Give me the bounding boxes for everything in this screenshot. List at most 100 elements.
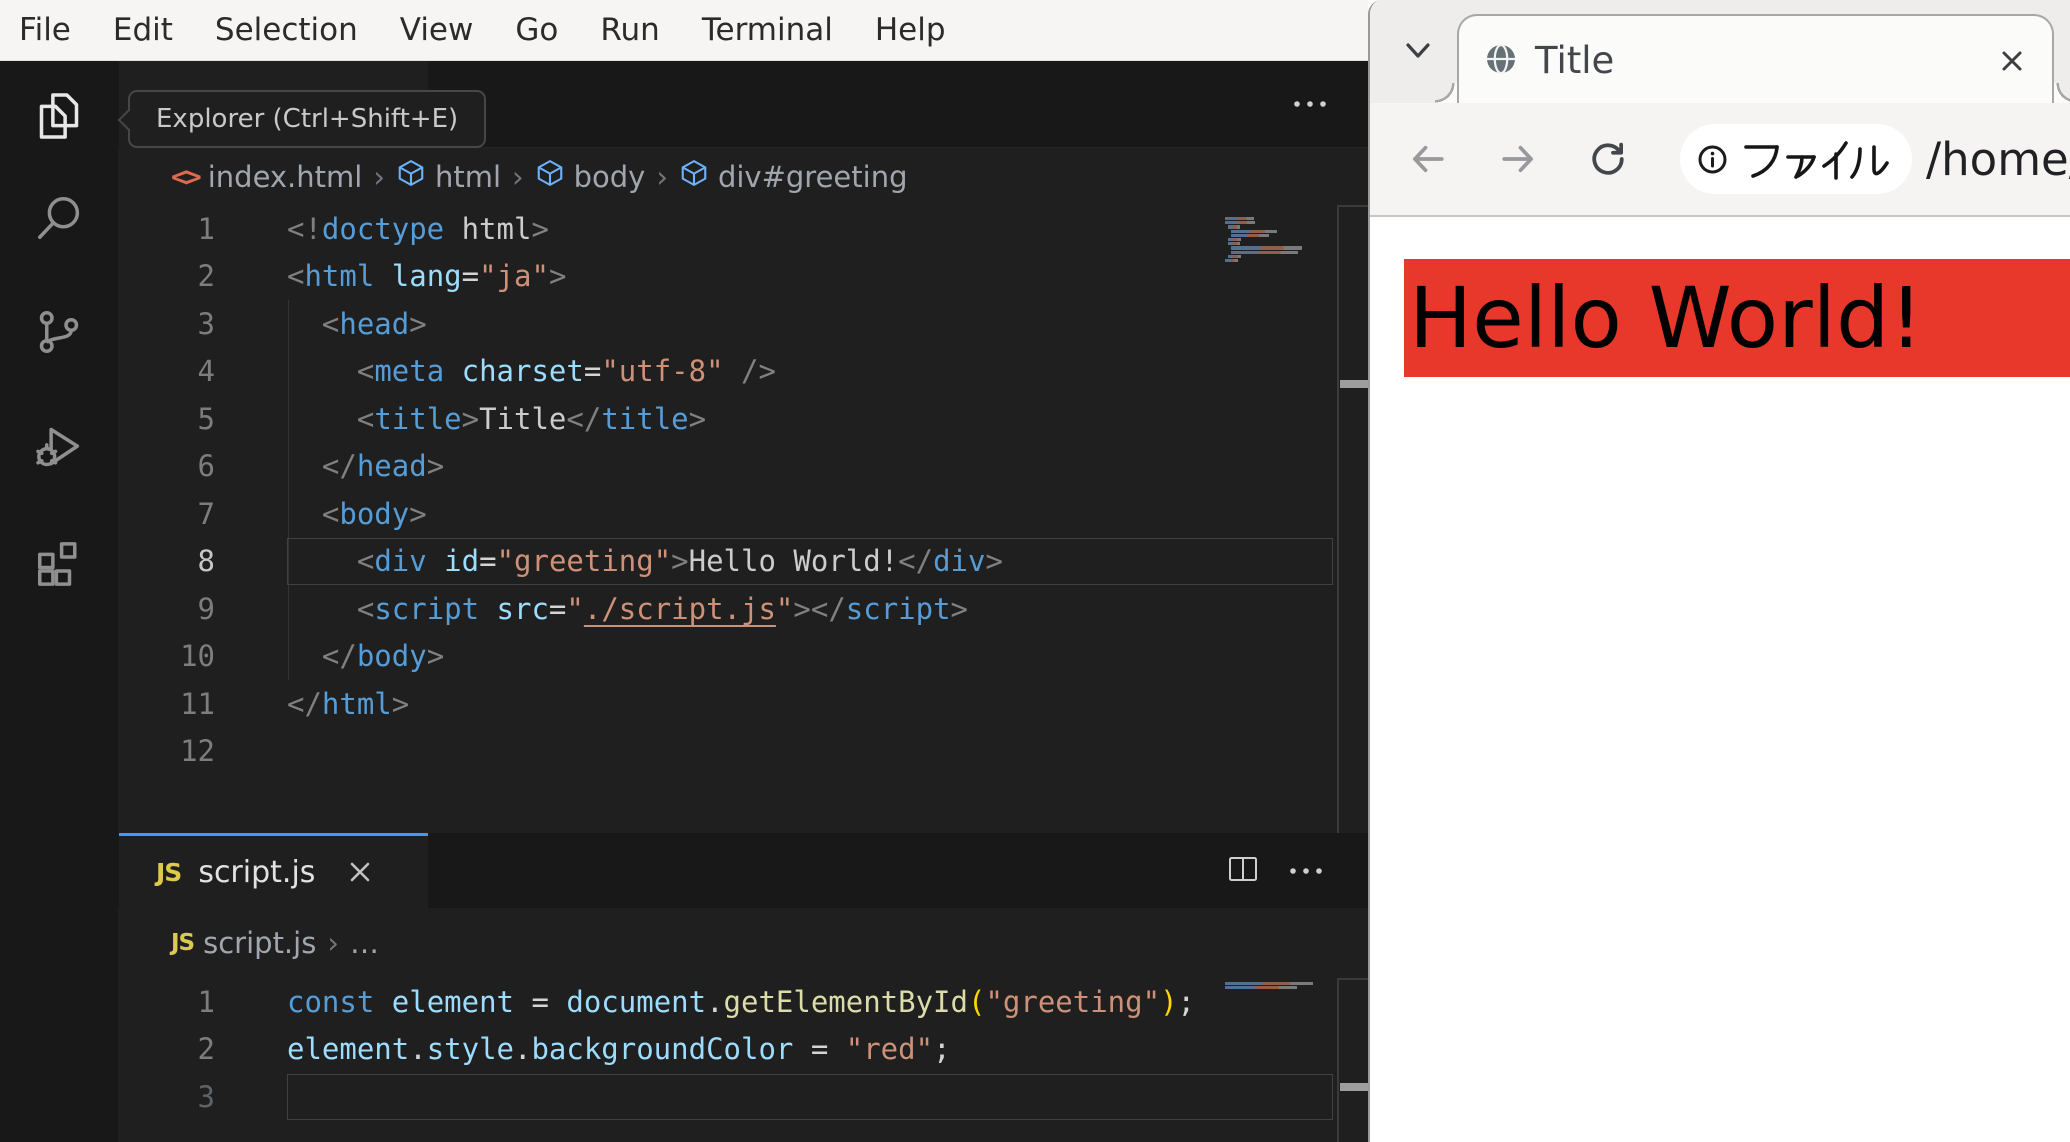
run-debug-icon[interactable] (31, 419, 87, 475)
code-text: element.style.backgroundColor = "red"; (287, 1032, 951, 1067)
browser-tab[interactable]: Title (1435, 14, 2070, 105)
line-number: 7 (197, 496, 215, 531)
code-line-2[interactable]: 2 element.style.backgroundColor = "red"; (118, 1026, 1368, 1074)
back-icon[interactable] (1408, 139, 1448, 179)
code-text: <div id="greeting">Hello World!</div> (356, 544, 1003, 579)
code-text: <!doctype html> (287, 211, 549, 246)
editor-group-html: Explorer (Ctrl+Shift+E) <> index.html › htm… (117, 61, 1368, 833)
code-line-1[interactable]: 1 <!doctype html> (118, 205, 1368, 253)
menu-help[interactable]: Help (854, 12, 967, 48)
extensions-icon[interactable] (31, 536, 87, 592)
symbol-cube-icon (679, 158, 709, 195)
code-line-12[interactable]: 12 (118, 728, 1368, 776)
url-text[interactable]: /home/u (1926, 133, 2070, 186)
breadcrumb-separator: › (373, 159, 385, 194)
line-number: 2 (197, 259, 215, 294)
browser-window: Title /home Hello World! (1368, 0, 2070, 1142)
editor-group-js: JS script.js JS script.js ›… 1 const ele… (118, 833, 1368, 1142)
browser-page: Hello World! (1370, 217, 2070, 1142)
chevron-down-icon[interactable] (1398, 31, 1438, 71)
line-number: 10 (180, 639, 215, 674)
breadcrumb-separator: › (656, 159, 668, 194)
reload-icon[interactable] (1588, 139, 1628, 179)
line-number: 8 (197, 544, 215, 579)
breadcrumb-item-div-greeting[interactable]: div#greeting (679, 158, 908, 195)
line-number: 4 (197, 354, 215, 389)
tab-label: script.js (198, 854, 316, 890)
breadcrumb-separator: › (512, 159, 524, 194)
site-info-chip[interactable] (1680, 124, 1912, 194)
breadcrumb-item-script-js[interactable]: JS script.js (171, 926, 316, 960)
breadcrumb-item--[interactable]: … (350, 926, 379, 960)
forward-icon[interactable] (1498, 139, 1538, 179)
close-browser-tab-icon[interactable] (1996, 45, 2028, 77)
breadcrumb: <> index.html › html › body › div#greeting (118, 148, 1368, 205)
code-line-3[interactable]: 3 (118, 1073, 1368, 1121)
menu-file[interactable]: File (19, 12, 92, 48)
vscode-window: File Edit Selection View Go Run Terminal Help (0, 0, 1368, 1142)
breadcrumb-item-index-html[interactable]: <> index.html (171, 160, 362, 194)
code-line-6[interactable]: 6 </head> (118, 443, 1368, 491)
line-number: 11 (180, 686, 215, 721)
breadcrumb-separator: › (327, 926, 339, 960)
source-control-icon[interactable] (31, 304, 87, 360)
menu-run[interactable]: Run (579, 12, 680, 48)
split-editor-icon[interactable] (1226, 853, 1260, 889)
code-text: <head> (321, 306, 427, 341)
code-text: <script src="./script.js"></script> (356, 591, 969, 626)
code-text: <body> (321, 496, 427, 531)
line-number: 1 (197, 211, 215, 246)
close-tab-icon[interactable] (347, 859, 373, 885)
symbol-cube-icon (535, 158, 565, 195)
info-icon (1697, 144, 1728, 175)
js-file-icon: JS (156, 857, 182, 887)
explorer-icon[interactable] (31, 88, 87, 144)
breadcrumb-item-html[interactable]: html (396, 158, 501, 195)
code-line-3[interactable]: 3 <head> (118, 300, 1368, 348)
code-text: <title>Title</title> (356, 401, 707, 436)
line-number: 6 (197, 449, 215, 484)
line-number: 2 (197, 1032, 215, 1067)
symbol-cube-icon (396, 158, 426, 195)
code-text: const element = document.getElementById(… (287, 984, 1195, 1019)
breadcrumb-js: JS script.js › … (118, 908, 1368, 978)
current-line-highlight (287, 1073, 1333, 1120)
explorer-tooltip: Explorer (Ctrl+Shift+E) (117, 90, 487, 148)
menu-terminal[interactable]: Terminal (681, 12, 854, 48)
code-text: <meta charset="utf-8" /> (356, 354, 776, 389)
browser-toolbar: /home/u (1370, 103, 2070, 217)
code-line-11[interactable]: 11 </html> (118, 680, 1368, 728)
code-line-8[interactable]: 8 <div id="greeting">Hello World!</div> (118, 538, 1368, 586)
screen: File Edit Selection View Go Run Terminal Help (0, 0, 2070, 1142)
editor-more-actions-icon[interactable] (1290, 84, 1330, 124)
html-file-icon: <> (171, 160, 202, 193)
html-editor[interactable]: 1 <!doctype html> 2 <html lang="ja"> 3 <head… (118, 205, 1368, 833)
code-line-5[interactable]: 5 <title>Title</title> (118, 395, 1368, 443)
line-number: 3 (197, 306, 215, 341)
code-text: <html lang="ja"> (287, 259, 567, 294)
menu-go[interactable]: Go (494, 12, 579, 48)
panel-more-actions-icon[interactable] (1286, 851, 1326, 891)
tab-script-js[interactable]: JS script.js (119, 833, 428, 908)
code-line-9[interactable]: 9 <script src="./script.js"></script> (118, 585, 1368, 633)
breadcrumb-item-body[interactable]: body (535, 158, 645, 195)
activity-bar (0, 61, 118, 1142)
menu-edit[interactable]: Edit (92, 12, 194, 48)
search-icon[interactable] (31, 190, 87, 246)
line-number: 12 (180, 734, 215, 769)
address-chip-label-file-japanese (1740, 136, 1894, 182)
code-line-7[interactable]: 7 <body> (118, 490, 1368, 538)
code-line-2[interactable]: 2 <html lang="ja"> (118, 253, 1368, 301)
line-number: 9 (197, 591, 215, 626)
menu-selection[interactable]: Selection (194, 12, 379, 48)
browser-tabstrip: Title (1370, 0, 2070, 105)
code-text: </body> (321, 639, 445, 674)
code-line-10[interactable]: 10 </body> (118, 633, 1368, 681)
line-number: 5 (197, 401, 215, 436)
code-line-4[interactable]: 4 <meta charset="utf-8" /> (118, 348, 1368, 396)
code-line-1[interactable]: 1 const element = document.getElementById… (118, 978, 1368, 1026)
js-editor[interactable]: 1 const element = document.getElementById… (118, 978, 1368, 1142)
menu-bar: File Edit Selection View Go Run Terminal Help (0, 0, 1368, 61)
menu-view[interactable]: View (379, 12, 495, 48)
globe-icon (1483, 41, 1519, 81)
